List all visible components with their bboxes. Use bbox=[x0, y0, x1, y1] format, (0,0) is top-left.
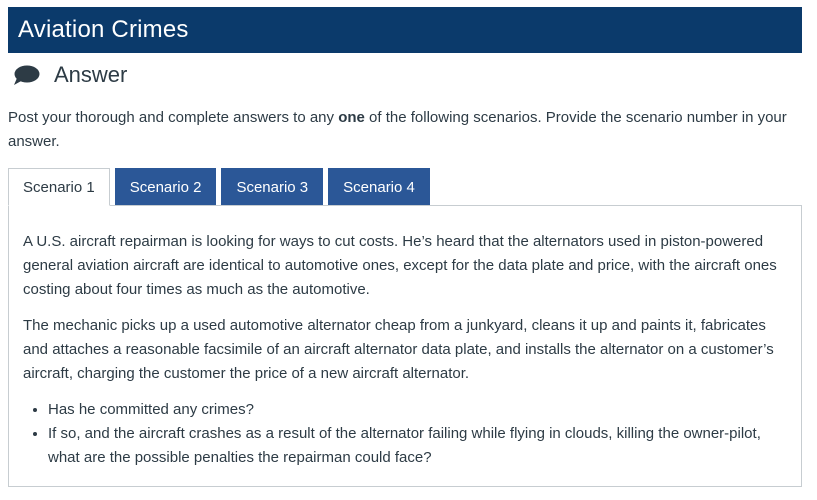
tab-scenario-4[interactable]: Scenario 4 bbox=[328, 168, 430, 206]
speech-bubble-icon bbox=[12, 63, 42, 87]
page-banner: Aviation Crimes bbox=[8, 7, 802, 53]
instructions-before: Post your thorough and complete answers … bbox=[8, 109, 339, 126]
tab-scenario-3[interactable]: Scenario 3 bbox=[221, 168, 324, 206]
scenario-tabs: Scenario 1 Scenario 2 Scenario 3 Scenari… bbox=[8, 168, 430, 206]
question-item: Has he committed any crimes? bbox=[48, 398, 787, 422]
question-list: Has he committed any crimes? If so, and … bbox=[48, 398, 787, 470]
tab-scenario-1[interactable]: Scenario 1 bbox=[8, 168, 110, 206]
question-item: If so, and the aircraft crashes as a res… bbox=[48, 422, 787, 470]
scenario-paragraph: The mechanic picks up a used automotive … bbox=[23, 317, 774, 382]
instructions-emphasis: one bbox=[338, 109, 365, 126]
instructions-text: Post your thorough and complete answers … bbox=[8, 106, 808, 154]
page-title: Aviation Crimes bbox=[18, 16, 189, 43]
tab-scenario-2[interactable]: Scenario 2 bbox=[114, 168, 217, 206]
section-title: Answer bbox=[54, 62, 128, 87]
section-heading: Answer bbox=[12, 60, 127, 90]
scenario-paragraph: A U.S. aircraft repairman is looking for… bbox=[23, 233, 777, 298]
scenario-panel: A U.S. aircraft repairman is looking for… bbox=[8, 205, 802, 487]
